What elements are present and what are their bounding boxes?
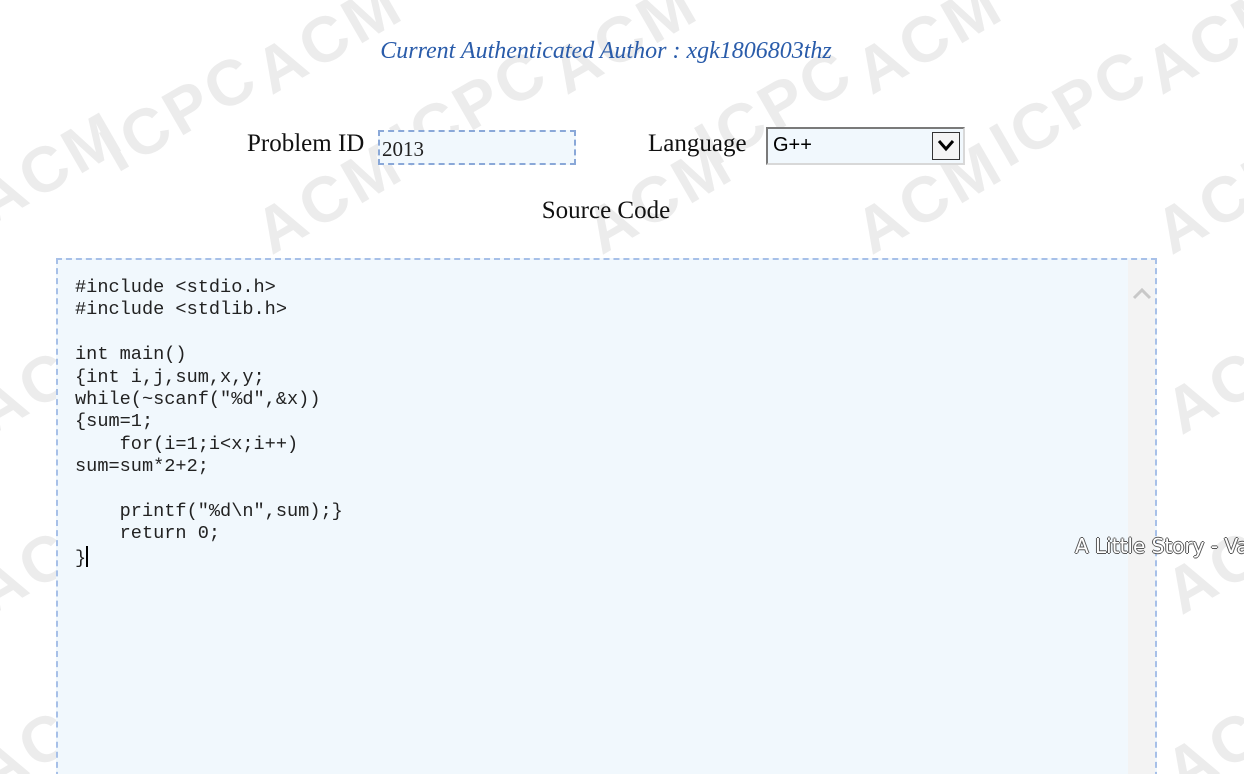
chevron-up-icon[interactable]: [1132, 286, 1152, 300]
watermark-text: ACM: [1152, 666, 1244, 774]
language-selected-value: G++: [773, 134, 812, 156]
source-code-text: #include <stdio.h> #include <stdlib.h> i…: [75, 277, 343, 569]
author-name: xgk1806803thz: [686, 38, 832, 64]
language-dropdown-button[interactable]: [932, 132, 960, 160]
source-code-label: Source Code: [541, 197, 671, 224]
author-line: Current Authenticated Author : xgk180680…: [0, 38, 1212, 65]
code-scrollbar[interactable]: [1128, 260, 1155, 774]
watermark-text: ACM: [1152, 306, 1244, 448]
language-select[interactable]: G++: [766, 127, 965, 165]
music-ticker: A Little Story - Va: [1075, 534, 1244, 558]
submit-page: ACM ICPC ACM ICPC ACM ICPC ACM ICPC ACM …: [0, 0, 1244, 774]
language-label: Language: [648, 130, 747, 157]
source-code-textarea[interactable]: #include <stdio.h> #include <stdlib.h> i…: [56, 258, 1157, 774]
problem-id-label: Problem ID: [247, 130, 365, 157]
chevron-down-icon: [937, 140, 955, 152]
problem-id-input[interactable]: [378, 130, 576, 165]
author-prefix: Current Authenticated Author :: [380, 38, 687, 64]
text-caret: [86, 545, 89, 567]
